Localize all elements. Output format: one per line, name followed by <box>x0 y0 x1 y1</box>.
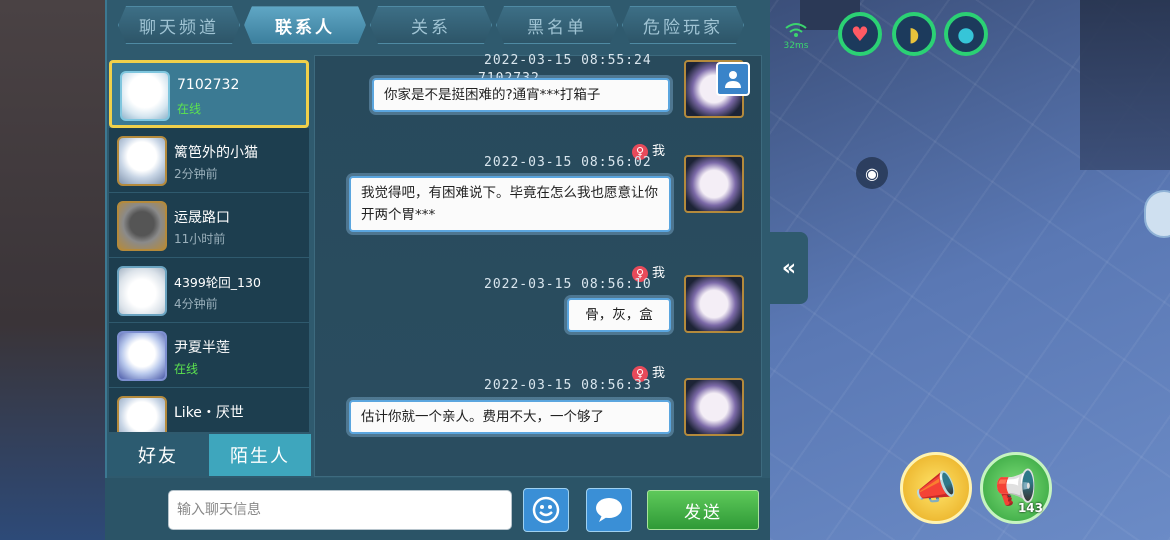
avatar <box>117 396 167 432</box>
tab-blacklist[interactable]: 黑名单 <box>496 6 618 44</box>
contact-name: 4399轮回_130 <box>174 275 261 290</box>
quick-phrase-button[interactable] <box>586 488 632 532</box>
tab-strangers[interactable]: 陌生人 <box>209 434 311 476</box>
contact-name: Like・厌世 <box>174 405 244 421</box>
tab-dangerous-players[interactable]: 危险玩家 <box>622 6 744 44</box>
world-horn-button[interactable]: 📢 143 <box>980 452 1052 524</box>
tab-friends[interactable]: 好友 <box>107 434 209 476</box>
contact-item[interactable]: 篱笆外的小猫 2分钟前 <box>109 128 309 193</box>
view-toggle-button[interactable]: ◉ <box>856 157 888 189</box>
message-bubble: 估计你就一个亲人。费用不大，一个够了 <box>349 400 671 434</box>
avatar <box>117 266 167 316</box>
message-bubble: 骨，灰，盒 <box>567 298 671 332</box>
contact-name: 尹夏半莲 <box>174 340 230 356</box>
message-timestamp: 2022-03-15 08:55:24 <box>484 53 652 68</box>
thirst-stat: ● <box>944 12 988 56</box>
chat-tabs: 聊天频道 联系人 关系 黑名单 危险玩家 <box>118 6 744 44</box>
collapse-panel-button[interactable]: « <box>770 232 808 304</box>
tab-contacts[interactable]: 联系人 <box>244 6 366 44</box>
contact-status: 2分钟前 <box>174 167 218 181</box>
message-bubble: 你家是不是挺困难的?通宵***打箱子 <box>372 78 670 112</box>
sender-label: 我 <box>652 144 666 159</box>
hunger-stat: ◗ <box>892 12 936 56</box>
message-timestamp: 2022-03-15 08:56:02 <box>484 155 652 170</box>
game-world-left <box>0 0 105 540</box>
message-timestamp: 2022-03-15 08:56:33 <box>484 378 652 393</box>
sender-label: 我 <box>652 366 666 381</box>
contact-status: 在线 <box>177 102 202 116</box>
avatar <box>684 275 744 333</box>
contact-item[interactable]: Like・厌世 <box>109 388 309 432</box>
avatar <box>120 71 170 121</box>
contact-name: 运晟路口 <box>174 210 230 226</box>
horn-count: 143 <box>1017 501 1043 515</box>
network-signal: 32ms <box>782 22 810 51</box>
avatar <box>684 155 744 213</box>
contact-name: 篱笆外的小猫 <box>174 145 258 161</box>
contact-item[interactable]: 尹夏半莲 在线 <box>109 323 309 388</box>
friend-tabs: 好友 陌生人 <box>107 434 311 476</box>
sender-label: 我 <box>652 266 666 281</box>
game-world-wall <box>1080 0 1170 170</box>
wifi-icon <box>785 23 807 37</box>
double-chevron-left-icon: « <box>781 255 797 281</box>
avatar <box>117 201 167 251</box>
health-stat: ♥ <box>838 12 882 56</box>
emoji-button[interactable] <box>523 488 569 532</box>
broadcast-button[interactable]: 📣 <box>900 452 972 524</box>
contact-item[interactable]: 运晟路口 11小时前 <box>109 193 309 258</box>
tab-chat-channel[interactable]: 聊天频道 <box>118 6 240 44</box>
contact-status: 4分钟前 <box>174 297 218 311</box>
contact-item[interactable]: 4399轮回_130 4分钟前 <box>109 258 309 323</box>
chat-input[interactable]: 输入聊天信息 <box>168 490 512 530</box>
ping-label: 32ms <box>783 41 809 51</box>
message-bubble: 我觉得吧，有困难说下。毕竟在怎么我也愿意让你开两个胃*** <box>349 176 671 232</box>
avatar <box>117 331 167 381</box>
food-icon: ◗ <box>908 22 920 46</box>
tab-relations[interactable]: 关系 <box>370 6 492 44</box>
message-timestamp: 2022-03-15 08:56:10 <box>484 277 652 292</box>
contact-list[interactable]: 7102732 在线 篱笆外的小猫 2分钟前 运晟路口 11小时前 4399轮回… <box>109 60 309 432</box>
smiley-icon <box>532 496 560 524</box>
avatar <box>117 136 167 186</box>
speech-bubble-icon <box>596 498 622 522</box>
contact-item[interactable]: 7102732 在线 <box>109 60 309 128</box>
side-menu-button[interactable] <box>1144 190 1170 238</box>
send-button[interactable]: 发送 <box>647 490 759 530</box>
avatar <box>684 378 744 436</box>
profile-icon[interactable] <box>716 62 750 96</box>
contact-name: 7102732 <box>177 77 240 93</box>
water-drop-icon: ● <box>957 22 975 46</box>
contact-status: 11小时前 <box>174 232 226 246</box>
heart-icon: ♥ <box>851 22 869 46</box>
eye-icon: ◉ <box>865 163 879 183</box>
contact-status: 在线 <box>174 362 199 376</box>
megaphone-icon: 📣 <box>914 468 958 508</box>
